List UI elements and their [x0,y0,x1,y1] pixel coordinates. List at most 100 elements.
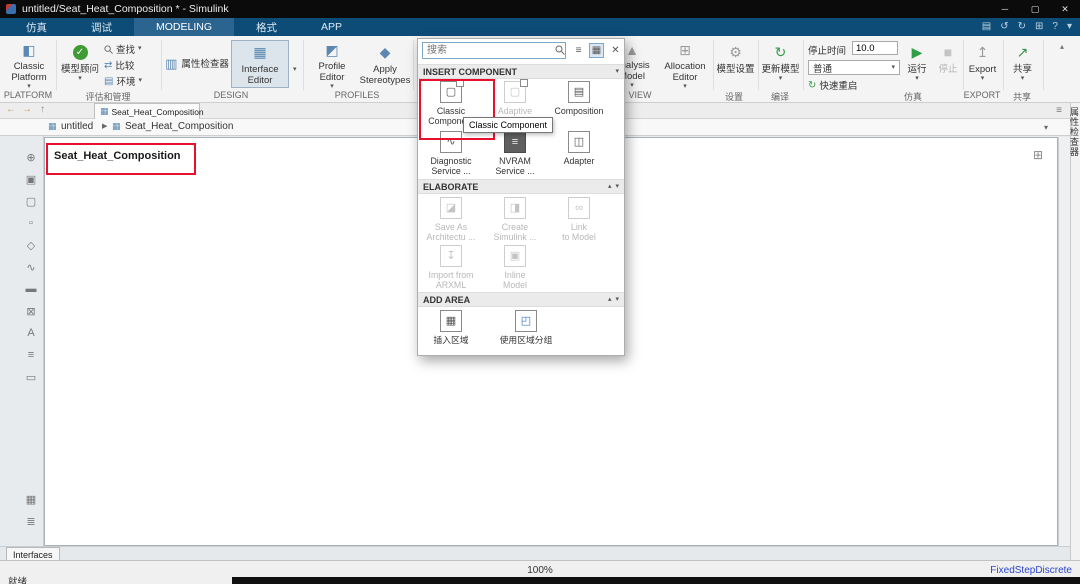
library-browser-icon[interactable]: ▣ [22,170,40,188]
close-button[interactable]: ✕ [1050,0,1080,18]
palette-section-add-area[interactable]: ADD AREA ▴▾ [418,292,624,307]
compare-button[interactable]: ⇄ 比较 [104,58,134,72]
palette-item-inline-model[interactable]: ▣ Inline Model [484,245,546,290]
rect-icon[interactable]: ▭ [22,368,40,386]
palette-item-nvram-service[interactable]: ≡ NVRAM Service ... [484,131,546,176]
quick-layout-icon[interactable]: ⊞ [1035,18,1043,36]
chevron-up-icon[interactable]: ▴ [608,296,612,304]
maximize-button[interactable]: ▢ [1020,0,1050,18]
fit-view-icon[interactable]: ◇ [22,236,40,254]
environment-button[interactable]: ▤ 环境 ▾ [104,74,142,88]
share-button[interactable]: ↗ 共享 ▾ [1004,40,1041,88]
simulation-mode-select[interactable]: 普通 ▾ [808,60,900,75]
interfaces-tab[interactable]: Interfaces [6,547,60,561]
palette-item-label: Architectu ... [420,232,482,242]
zoom-icon[interactable]: ⊕ [22,148,40,166]
allocation-editor-icon: ⊞ [675,42,695,59]
area-icon[interactable]: ▫ [22,214,40,232]
run-button[interactable]: ▶ 运行 ▾ [902,40,932,88]
stop-time-input[interactable] [852,41,898,55]
breadcrumb-current[interactable]: Seat_Heat_Composition [125,121,233,132]
palette-item-label: 插入区域 [420,335,482,345]
palette-close-icon[interactable]: ✕ [608,43,623,58]
up-to-parent-icon[interactable]: ↑ [40,104,45,115]
minimize-button[interactable]: ─ [990,0,1020,18]
compare-icon: ⇄ [104,60,112,71]
signal-icon[interactable]: ∿ [22,258,40,276]
palette-section-insert[interactable]: INSERT COMPONENT ▾ [418,64,624,79]
interface-editor-button[interactable]: ▦ Interface Editor [231,40,289,88]
back-icon[interactable]: ← [6,104,16,115]
update-model-button[interactable]: ↻ 更新模型 ▾ [759,40,802,88]
breadcrumb-root[interactable]: untitled [61,121,93,132]
document-tab[interactable]: ▦ Seat_Heat_Composition [94,103,200,119]
quick-redo-icon[interactable]: ↻ [1018,18,1026,36]
allocation-editor-button[interactable]: ⊞ Allocation Editor ▾ [660,40,710,88]
breadcrumb-dropdown-icon[interactable]: ▾ [1044,123,1048,132]
ribbon-collapse-icon[interactable]: ▴ [1060,42,1064,51]
tab-app[interactable]: APP [299,18,364,36]
palette-item-label: NVRAM [484,156,546,166]
hierarchy-badge-icon[interactable]: ⊞ [1033,148,1043,162]
fast-restart-icon: ↻ [808,80,816,91]
export-button[interactable]: ↥ Export ▾ [964,40,1001,88]
list-view-icon[interactable]: ≡ [571,43,586,58]
layers-icon[interactable]: ≣ [22,512,40,530]
apply-stereotypes-button[interactable]: ◆ Apply Stereotypes [358,40,412,88]
tab-format[interactable]: 格式 [234,18,299,36]
chevron-down-icon[interactable]: ▾ [615,183,619,191]
classic-platform-button[interactable]: ◧ Classic Platform ▾ [3,40,55,88]
stop-button[interactable]: ■ 停止 [934,40,962,88]
annotation-icon[interactable]: A [22,324,40,342]
forward-icon[interactable]: → [22,104,32,115]
palette-item-group-area[interactable]: ◰ 使用区域分组 [484,310,568,345]
band-icon[interactable]: ▬ [22,280,40,298]
palette-item-save-as-architecture[interactable]: ◪ Save As Architectu ... [420,197,482,242]
group-area-icon: ◰ [515,310,537,332]
chevron-down-icon[interactable]: ▾ [615,296,619,304]
fast-restart-button[interactable]: ↻ 快速重启 [808,78,857,92]
list-icon[interactable]: ≡ [22,346,40,364]
property-inspector-button[interactable]: ▥ 属性检查器 [166,40,228,88]
quick-help-icon[interactable]: ? [1052,18,1058,36]
palette-item-import-from-arxml[interactable]: ↧ Import from ARXML [420,245,482,290]
property-inspector-tab[interactable]: 属性检查器 [1071,107,1080,157]
quick-collapse-icon[interactable]: ▾ [1067,18,1072,36]
block-icon[interactable]: ▢ [22,192,40,210]
gallery-expand-button[interactable]: ▾ [293,58,297,76]
find-button[interactable]: 查找 ▾ [104,42,142,56]
allocation-editor-label-2: Editor [673,72,698,83]
profile-editor-button[interactable]: ◩ Profile Editor ▾ [307,40,357,88]
model-settings-button[interactable]: ⚙ 模型设置 [714,40,757,88]
palette-item-diagnostic-service[interactable]: ∿ Diagnostic Service ... [420,131,482,176]
palette-item-link-to-model[interactable]: ∞ Link to Model [548,197,610,242]
stop-time-label: 停止时间 [808,43,846,57]
grid-view-icon[interactable]: ▦ [589,43,604,58]
model-advisor-button[interactable]: ✓ 模型顾问 ▾ [58,40,102,88]
palette-search-input[interactable] [422,42,566,59]
vertical-scrollbar[interactable] [1058,137,1070,546]
palette-item-composition[interactable]: ▤ Composition [548,81,610,116]
mux-icon[interactable]: ⊠ [22,302,40,320]
palette-item-adapter[interactable]: ◫ Adapter [548,131,610,166]
chevron-down-icon[interactable]: ▾ [615,68,619,76]
image-icon[interactable]: ▦ [22,490,40,508]
palette-item-insert-area[interactable]: ▦ 插入区域 [420,310,482,345]
section-label-simulate: 仿真 [904,90,922,103]
chevron-down-icon: ▾ [891,64,895,72]
quick-undo-icon[interactable]: ↺ [1000,18,1008,36]
group-separator [803,40,804,90]
palette-section-elaborate[interactable]: ELABORATE ▴▾ [418,179,624,194]
solver-link[interactable]: FixedStepDiscrete [990,565,1072,576]
property-inspector-label: 属性检查器 [181,59,229,70]
chevron-up-icon[interactable]: ▴ [608,183,612,191]
quick-save-icon[interactable]: ▤ [982,18,991,36]
find-label: 查找 [116,42,135,56]
tab-simulation[interactable]: 仿真 [4,18,69,36]
tab-debug[interactable]: 调试 [69,18,134,36]
palette-item-label: Save As [420,222,482,232]
menu-icon[interactable]: ≡ [1056,105,1062,116]
chevron-down-icon: ▾ [630,82,634,90]
palette-item-create-simulink[interactable]: ◨ Create Simulink ... [484,197,546,242]
tab-modeling[interactable]: MODELING [134,18,234,36]
